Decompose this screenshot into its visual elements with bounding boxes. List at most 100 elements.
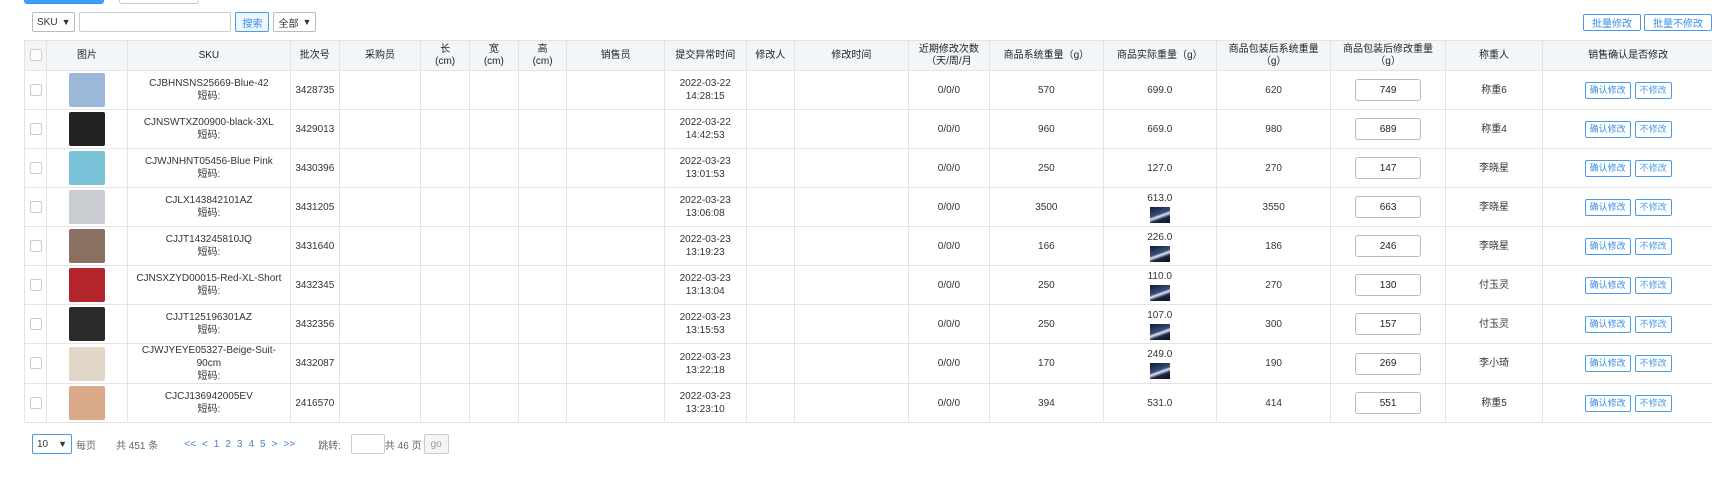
submit-date: 2022-03-23 [679,351,731,363]
page-number-link[interactable]: 1 [214,439,220,450]
go-button[interactable]: go [423,434,449,454]
batch-modify-button[interactable]: 批量修改 [1583,14,1641,31]
row-checkbox[interactable] [29,83,42,96]
confirm-modify-button[interactable]: 确认修改 [1584,276,1631,294]
batch-cell: 3432356 [289,304,340,344]
jump-page-input[interactable] [350,434,385,454]
confirm-modify-button[interactable]: 确认修改 [1584,237,1631,255]
actual-weight-value: 669.0 [1147,123,1173,135]
page-number-link[interactable]: 5 [260,439,266,450]
confirm-modify-button[interactable]: 确认修改 [1584,315,1631,333]
confirm-modify-button[interactable]: 确认修改 [1584,81,1631,99]
modifier-cell [745,304,796,344]
no-modify-button[interactable]: 不修改 [1634,355,1672,372]
product-image-cell [46,109,128,149]
product-image-cell [46,343,128,384]
confirm-modify-button[interactable]: 确认修改 [1584,120,1631,138]
row-checkbox-cell[interactable] [23,343,48,384]
no-modify-button[interactable]: 不修改 [1634,276,1672,294]
search-input[interactable] [79,12,232,32]
no-modify-button[interactable]: 不修改 [1634,394,1672,412]
search-button[interactable]: 搜索 [235,12,270,32]
page-number-link[interactable]: 4 [248,439,254,450]
top-secondary-button[interactable] [119,0,199,4]
weigh-photo-thumbnail[interactable] [1149,284,1170,301]
package-system-weight-cell: 980 [1215,109,1332,149]
no-modify-button[interactable]: 不修改 [1634,81,1672,99]
select-all-checkbox[interactable] [29,49,42,62]
package-weight-input[interactable]: 689 [1355,118,1422,140]
weigh-photo-thumbnail[interactable] [1149,245,1170,262]
row-checkbox[interactable] [29,200,42,213]
field-select[interactable]: SKU ▼ [32,12,76,32]
top-primary-button[interactable] [24,0,104,4]
scope-select[interactable]: 全部 ▼ [273,12,317,32]
no-modify-button[interactable]: 不修改 [1634,120,1672,138]
confirm-modify-button[interactable]: 确认修改 [1584,355,1631,372]
modify-count-cell: 0/0/0 [907,226,991,266]
confirm-modify-button[interactable]: 确认修改 [1584,394,1631,412]
sales-confirm-cell: 确认修改 不修改 [1542,265,1712,305]
product-thumbnail[interactable] [69,346,105,381]
weigh-photo-thumbnail[interactable] [1149,323,1170,340]
product-thumbnail[interactable] [69,386,105,420]
modify-count-cell: 0/0/0 [907,148,991,188]
row-checkbox-cell[interactable] [23,187,48,227]
batch-no-modify-button[interactable]: 批量不修改 [1644,14,1712,31]
row-checkbox[interactable] [29,357,42,370]
package-weight-input[interactable]: 147 [1355,157,1422,179]
package-weight-input[interactable]: 269 [1355,352,1422,375]
row-checkbox[interactable] [29,278,42,291]
last-page-link[interactable]: >> [283,439,295,450]
weigh-photo-thumbnail[interactable] [1149,206,1170,223]
row-checkbox-cell[interactable] [23,304,48,344]
row-checkbox[interactable] [29,122,42,135]
package-weight-input[interactable]: 551 [1355,392,1422,414]
product-thumbnail[interactable] [69,112,105,146]
product-thumbnail[interactable] [69,229,105,263]
weigh-photo-thumbnail[interactable] [1149,363,1170,379]
package-weight-input[interactable]: 157 [1355,313,1422,335]
select-all-checkbox-cell[interactable] [23,40,48,71]
page-number-link[interactable]: 3 [237,439,243,450]
product-thumbnail[interactable] [69,268,105,302]
row-checkbox[interactable] [29,161,42,174]
row-checkbox[interactable] [29,239,42,252]
no-modify-button[interactable]: 不修改 [1634,315,1672,333]
product-thumbnail[interactable] [69,190,105,224]
submit-date: 2022-03-23 [679,234,731,245]
row-checkbox-cell[interactable] [23,70,48,110]
row-checkbox-cell[interactable] [23,148,48,188]
confirm-modify-button[interactable]: 确认修改 [1584,159,1631,177]
buyer-cell [338,109,422,149]
table-row: CJWJNHNT05456-Blue Pink 短码: 3430396 2022-… [23,148,1712,188]
row-checkbox-cell[interactable] [23,383,48,423]
package-weight-input[interactable]: 130 [1355,274,1422,296]
page-numbers: 12345 [211,439,269,450]
prev-page-link[interactable]: < [202,439,208,450]
product-thumbnail[interactable] [69,307,105,341]
system-weight-cell: 3500 [989,187,1104,227]
row-checkbox-cell[interactable] [23,265,48,305]
page-size-select[interactable]: 10 ▼ [32,434,72,454]
table-row: CJLX143842101AZ 短码: 3431205 2022-03-23 13:… [23,187,1712,227]
product-thumbnail[interactable] [69,151,105,185]
first-page-link[interactable]: << [184,439,196,450]
modify-count-cell: 0/0/0 [907,109,991,149]
no-modify-button[interactable]: 不修改 [1634,237,1672,255]
confirm-modify-button[interactable]: 确认修改 [1584,198,1631,216]
page-number-link[interactable]: 2 [225,439,231,450]
row-checkbox-cell[interactable] [23,226,48,266]
package-weight-input[interactable]: 663 [1355,196,1422,218]
row-checkbox[interactable] [29,317,42,330]
row-checkbox[interactable] [29,396,42,409]
package-weight-input[interactable]: 749 [1355,79,1422,101]
next-page-link[interactable]: > [272,439,278,450]
no-modify-button[interactable]: 不修改 [1634,159,1672,177]
package-weight-input[interactable]: 246 [1355,235,1422,257]
column-header: 提交异常时间 [663,40,747,71]
row-checkbox-cell[interactable] [23,109,48,149]
no-modify-button[interactable]: 不修改 [1634,198,1672,216]
width-cell [468,265,519,305]
product-thumbnail[interactable] [69,73,105,107]
